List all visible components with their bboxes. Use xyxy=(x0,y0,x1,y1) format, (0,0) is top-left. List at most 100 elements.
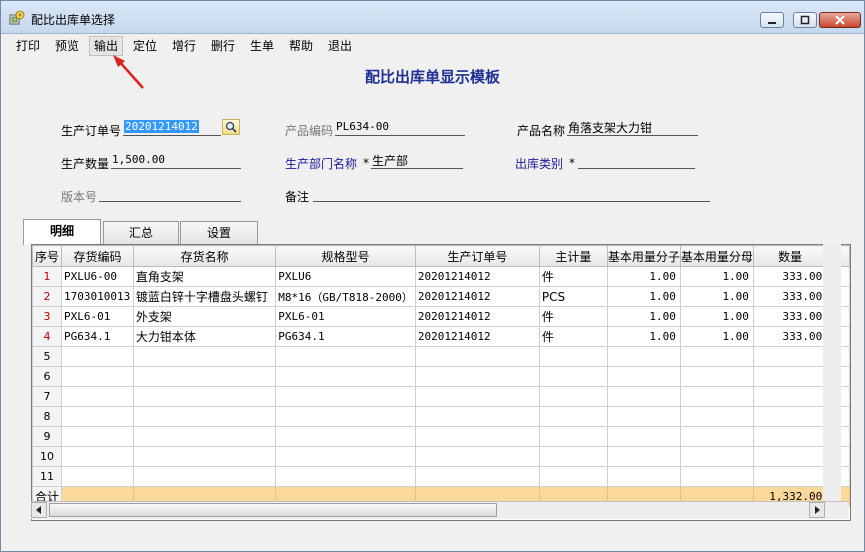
col-header-unit[interactable]: 主计量 xyxy=(538,245,608,267)
cell-unit[interactable] xyxy=(538,346,608,367)
cell-spec[interactable] xyxy=(275,366,416,387)
cell-item-code[interactable] xyxy=(61,466,134,487)
tab-settings[interactable]: 设置 xyxy=(180,221,258,244)
cell-spec[interactable]: PG634.1 xyxy=(275,326,416,347)
scroll-right-button[interactable] xyxy=(809,502,825,518)
cell-spec[interactable] xyxy=(275,386,416,407)
cell-item-name[interactable]: 直角支架 xyxy=(132,266,277,287)
menu-preview[interactable]: 预览 xyxy=(51,37,83,55)
cell-qty[interactable] xyxy=(752,466,828,487)
title-bar[interactable]: 配比出库单选择 xyxy=(1,1,864,34)
menu-generate-order[interactable]: 生单 xyxy=(246,37,278,55)
cell-qty[interactable]: 333.00 xyxy=(752,286,828,307)
cell-qty[interactable] xyxy=(752,346,828,367)
cell-item-code[interactable] xyxy=(61,346,134,367)
cell-order-no[interactable]: 20201214012 xyxy=(414,286,540,307)
table-row[interactable]: 3 PXL6-01 外支架 PXL6-01 20201214012 件 1.00 1.00 33… xyxy=(32,306,850,327)
cell-base-denominator[interactable] xyxy=(679,346,754,367)
cell-order-no[interactable] xyxy=(414,406,540,427)
cell-item-name[interactable] xyxy=(132,466,277,487)
cell-order-no[interactable] xyxy=(414,466,540,487)
tab-summary[interactable]: 汇总 xyxy=(103,221,179,244)
cell-unit[interactable] xyxy=(538,446,608,467)
cell-unit[interactable] xyxy=(538,466,608,487)
cell-base-numerator[interactable] xyxy=(606,366,681,387)
cell-base-numerator[interactable]: 1.00 xyxy=(606,286,681,307)
cell-unit[interactable] xyxy=(538,366,608,387)
table-row[interactable]: 1 PXLU6-00 直角支架 PXLU6 20201214012 件 1.00 1.00 33… xyxy=(32,266,850,287)
cell-base-denominator[interactable] xyxy=(679,426,754,447)
cell-base-numerator[interactable] xyxy=(606,446,681,467)
horizontal-scrollbar[interactable] xyxy=(31,501,849,519)
cell-item-code[interactable]: PXL6-01 xyxy=(61,306,134,327)
table-row[interactable]: 9 xyxy=(32,426,850,447)
cell-qty[interactable]: 333.00 xyxy=(752,306,828,327)
cell-item-name[interactable]: 大力钳本体 xyxy=(132,326,277,347)
table-row[interactable]: 7 xyxy=(32,386,850,407)
table-row[interactable]: 8 xyxy=(32,406,850,427)
cell-unit[interactable] xyxy=(538,406,608,427)
scroll-left-button[interactable] xyxy=(31,502,47,518)
cell-item-code[interactable] xyxy=(61,366,134,387)
table-row[interactable]: 6 xyxy=(32,366,850,387)
cell-unit[interactable]: 件 xyxy=(538,306,608,327)
col-header-seq[interactable]: 序号 xyxy=(32,245,63,267)
qty-field[interactable]: 1,500.00 xyxy=(112,153,165,166)
col-header-spec[interactable]: 规格型号 xyxy=(275,245,416,267)
cell-base-numerator[interactable] xyxy=(606,346,681,367)
cell-base-denominator[interactable]: 1.00 xyxy=(679,286,754,307)
cell-unit[interactable]: PCS xyxy=(538,286,608,307)
table-row[interactable]: 4 PG634.1 大力钳本体 PG634.1 20201214012 件 1.00 1.00… xyxy=(32,326,850,347)
cell-base-denominator[interactable]: 1.00 xyxy=(679,306,754,327)
cell-spec[interactable]: PXLU6 xyxy=(275,266,416,287)
minimize-button[interactable] xyxy=(760,12,784,28)
out-type-field[interactable] xyxy=(578,168,695,169)
cell-qty[interactable] xyxy=(752,446,828,467)
cell-base-denominator[interactable]: 1.00 xyxy=(679,326,754,347)
cell-order-no[interactable] xyxy=(414,426,540,447)
cell-spec[interactable]: PXL6-01 xyxy=(275,306,416,327)
product-name-field[interactable]: 角落支架大力钳 xyxy=(568,119,652,136)
cell-qty[interactable] xyxy=(752,426,828,447)
cell-order-no[interactable] xyxy=(414,386,540,407)
cell-item-code[interactable]: PG634.1 xyxy=(61,326,134,347)
cell-base-numerator[interactable]: 1.00 xyxy=(606,266,681,287)
cell-base-denominator[interactable] xyxy=(679,446,754,467)
order-lookup-button[interactable] xyxy=(222,119,240,135)
cell-spec[interactable] xyxy=(275,346,416,367)
menu-print[interactable]: 打印 xyxy=(12,37,44,55)
cell-order-no[interactable] xyxy=(414,346,540,367)
cell-item-name[interactable] xyxy=(132,346,277,367)
cell-spec[interactable]: M8*16（GB/T818-2000） xyxy=(275,286,416,307)
cell-qty[interactable] xyxy=(752,406,828,427)
cell-base-denominator[interactable] xyxy=(679,366,754,387)
menu-help[interactable]: 帮助 xyxy=(285,37,317,55)
cell-item-name[interactable] xyxy=(132,426,277,447)
table-row[interactable]: 10 xyxy=(32,446,850,467)
cell-base-numerator[interactable] xyxy=(606,426,681,447)
menu-delete-row[interactable]: 删行 xyxy=(207,37,239,55)
menu-add-row[interactable]: 增行 xyxy=(168,37,200,55)
cell-spec[interactable] xyxy=(275,426,416,447)
cell-item-name[interactable] xyxy=(132,366,277,387)
cell-item-code[interactable] xyxy=(61,446,134,467)
cell-item-code[interactable] xyxy=(61,426,134,447)
table-row[interactable]: 2 1703010013 镀蓝白锌十字槽盘头螺钉 M8*16（GB/T818-2000… xyxy=(32,286,850,307)
menu-exit[interactable]: 退出 xyxy=(324,37,356,55)
cell-qty[interactable]: 333.00 xyxy=(752,326,828,347)
col-header-base-denominator[interactable]: 基本用量分母 xyxy=(679,245,754,267)
cell-base-numerator[interactable]: 1.00 xyxy=(606,326,681,347)
cell-qty[interactable]: 333.00 xyxy=(752,266,828,287)
vertical-scrollbar[interactable] xyxy=(823,244,841,501)
cell-order-no[interactable] xyxy=(414,446,540,467)
col-header-order-no[interactable]: 生产订单号 xyxy=(414,245,540,267)
cell-order-no[interactable] xyxy=(414,366,540,387)
cell-order-no[interactable]: 20201214012 xyxy=(414,266,540,287)
cell-base-denominator[interactable] xyxy=(679,466,754,487)
col-header-base-numerator[interactable]: 基本用量分子 xyxy=(606,245,681,267)
cell-item-name[interactable] xyxy=(132,386,277,407)
cell-item-name[interactable]: 外支架 xyxy=(132,306,277,327)
remark-field[interactable] xyxy=(313,201,710,202)
cell-item-name[interactable]: 镀蓝白锌十字槽盘头螺钉 xyxy=(132,286,277,307)
col-header-item-name[interactable]: 存货名称 xyxy=(132,245,277,267)
